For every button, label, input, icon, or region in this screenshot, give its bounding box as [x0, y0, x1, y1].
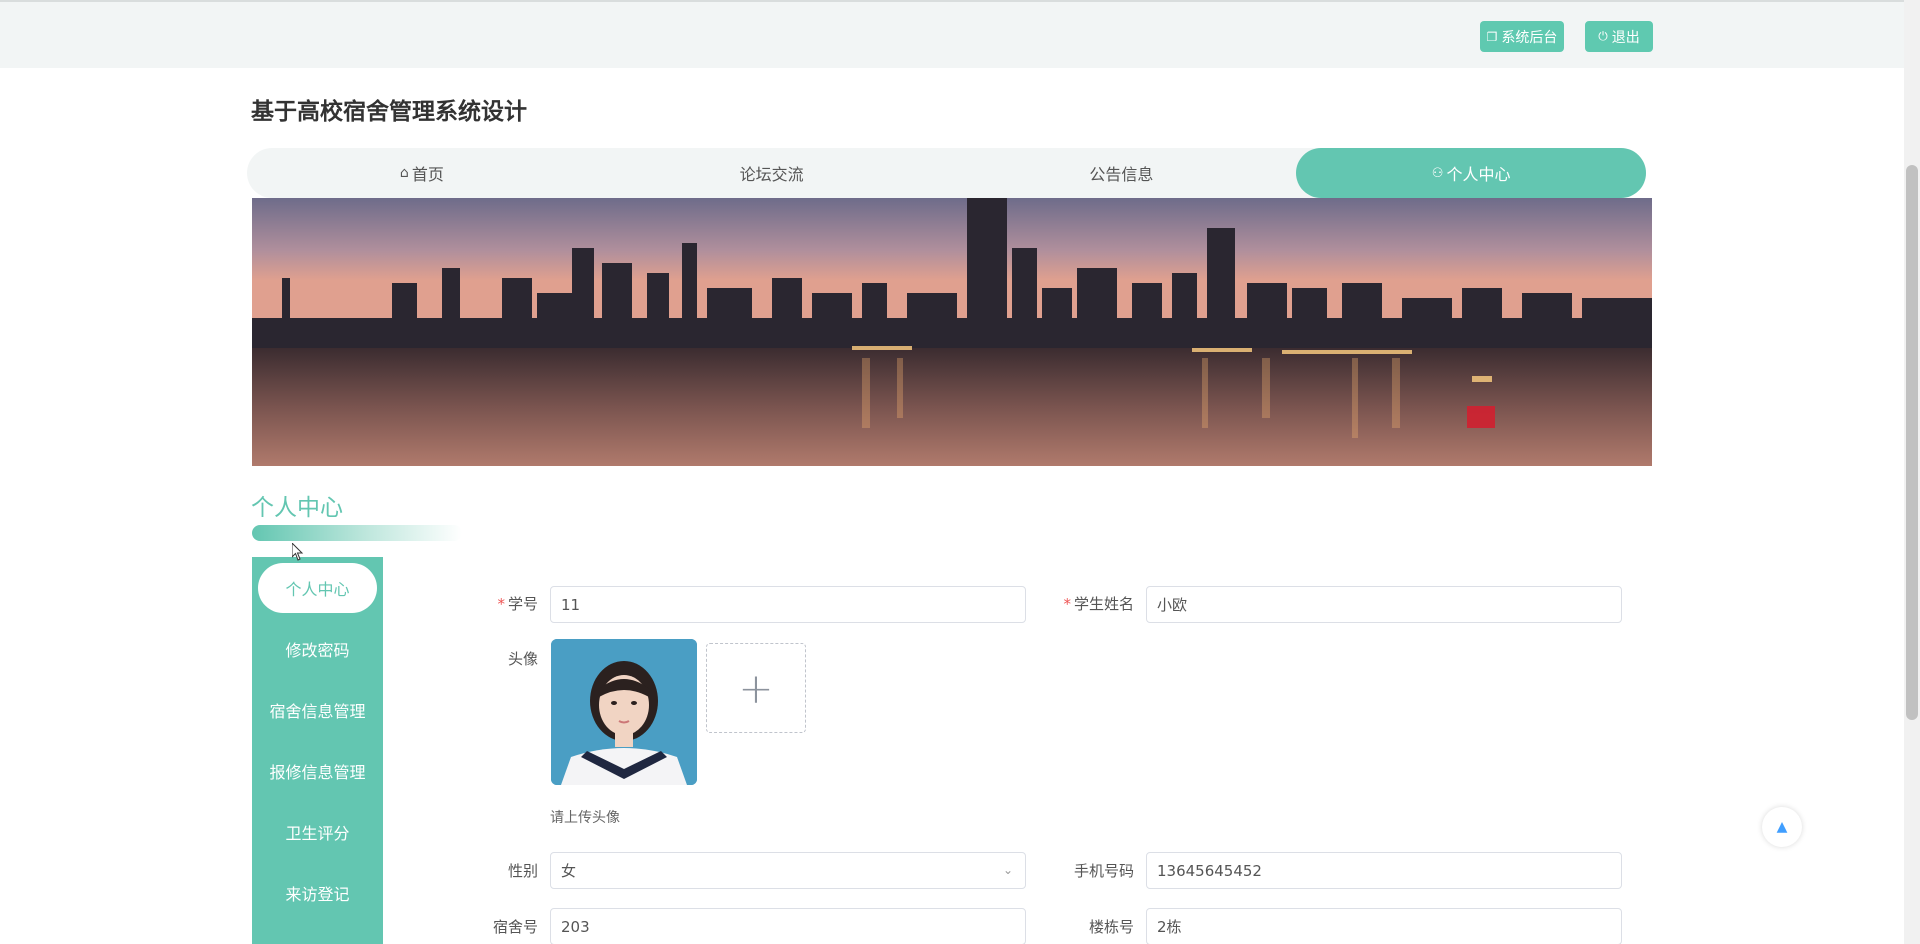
- avatar-label: 头像: [507, 650, 538, 668]
- home-icon: ⌂: [399, 165, 409, 181]
- side-menu: 个人中心 修改密码 宿舍信息管理 报修信息管理 卫生评分 来访登记: [252, 557, 383, 944]
- gender-label: 性别: [507, 862, 538, 880]
- system-admin-button[interactable]: ❐ 系统后台: [1480, 21, 1564, 52]
- student-id-input[interactable]: 11: [550, 586, 1026, 623]
- student-id-label: * 学号: [497, 595, 538, 613]
- side-item-dorm-info[interactable]: 宿舍信息管理: [258, 685, 377, 735]
- required-mark: *: [497, 595, 505, 613]
- nav-item-label: 个人中心: [1446, 165, 1511, 184]
- building-no-label: 楼栋号: [1088, 918, 1134, 936]
- avatar-image: [551, 639, 697, 785]
- nav-item-forum[interactable]: 论坛交流: [597, 148, 947, 198]
- section-title-underline: [252, 525, 462, 541]
- avatar-upload-button[interactable]: +: [706, 643, 806, 733]
- dorm-no-label: 宿舍号: [492, 918, 538, 936]
- nav-item-label: 公告信息: [1089, 165, 1154, 184]
- side-item-hygiene-score[interactable]: 卫生评分: [258, 807, 377, 857]
- phone-value: 13645645452: [1157, 861, 1262, 880]
- nav-item-home[interactable]: ⌂ 首页: [247, 148, 597, 198]
- nav-item-personal-center[interactable]: ⚇ 个人中心: [1296, 148, 1646, 198]
- side-item-repair-info[interactable]: 报修信息管理: [258, 746, 377, 796]
- back-to-top-button[interactable]: ▲: [1762, 807, 1802, 847]
- student-name-input[interactable]: 小欧: [1146, 586, 1622, 623]
- nav-item-announcements[interactable]: 公告信息: [947, 148, 1297, 198]
- plus-icon: +: [738, 663, 774, 713]
- power-icon: ⏻: [1598, 29, 1608, 43]
- required-mark: *: [1063, 595, 1071, 613]
- logout-button[interactable]: ⏻ 退出: [1585, 21, 1653, 52]
- top-bar: ❐ 系统后台 ⏻ 退出: [0, 0, 1904, 68]
- building-no-input[interactable]: 2栋: [1146, 908, 1622, 944]
- dorm-no-input[interactable]: 203: [550, 908, 1026, 944]
- mouse-cursor-icon: [292, 543, 304, 561]
- avatar-portrait: [551, 639, 697, 785]
- student-name-label: * 学生姓名: [1063, 595, 1134, 613]
- system-admin-label: 系统后台: [1501, 29, 1558, 46]
- nav-item-label: 首页: [411, 165, 444, 184]
- phone-input[interactable]: 13645645452: [1146, 852, 1622, 889]
- phone-label: 手机号码: [1073, 862, 1134, 880]
- side-item-visitor-register[interactable]: 来访登记: [258, 868, 377, 918]
- dorm-no-value: 203: [561, 917, 590, 936]
- student-id-value: 11: [561, 595, 581, 614]
- chevron-down-icon: ⌄: [1002, 863, 1013, 877]
- nav-item-label: 论坛交流: [739, 165, 804, 184]
- gender-select[interactable]: 女 ⌄: [550, 852, 1026, 889]
- building-no-value: 2栋: [1157, 918, 1182, 936]
- caret-up-icon: ▲: [1776, 819, 1788, 835]
- skyline-illustration: [252, 198, 1652, 466]
- banner-image: [252, 198, 1652, 466]
- side-item-personal-center[interactable]: 个人中心: [258, 563, 377, 613]
- gender-value: 女: [561, 862, 577, 880]
- student-name-value: 小欧: [1157, 596, 1188, 614]
- copy-icon: ❐: [1486, 29, 1498, 44]
- user-icon: ⚇: [1431, 165, 1444, 181]
- side-item-change-password[interactable]: 修改密码: [258, 624, 377, 674]
- site-title: 基于高校宿舍管理系统设计: [251, 99, 527, 125]
- page-scrollbar-thumb[interactable]: [1906, 165, 1918, 720]
- section-title: 个人中心: [251, 495, 343, 521]
- avatar-hint: 请上传头像: [550, 810, 620, 826]
- main-nav: ⌂ 首页 论坛交流 公告信息 ⚇ 个人中心: [247, 148, 1646, 198]
- logout-label: 退出: [1611, 29, 1640, 46]
